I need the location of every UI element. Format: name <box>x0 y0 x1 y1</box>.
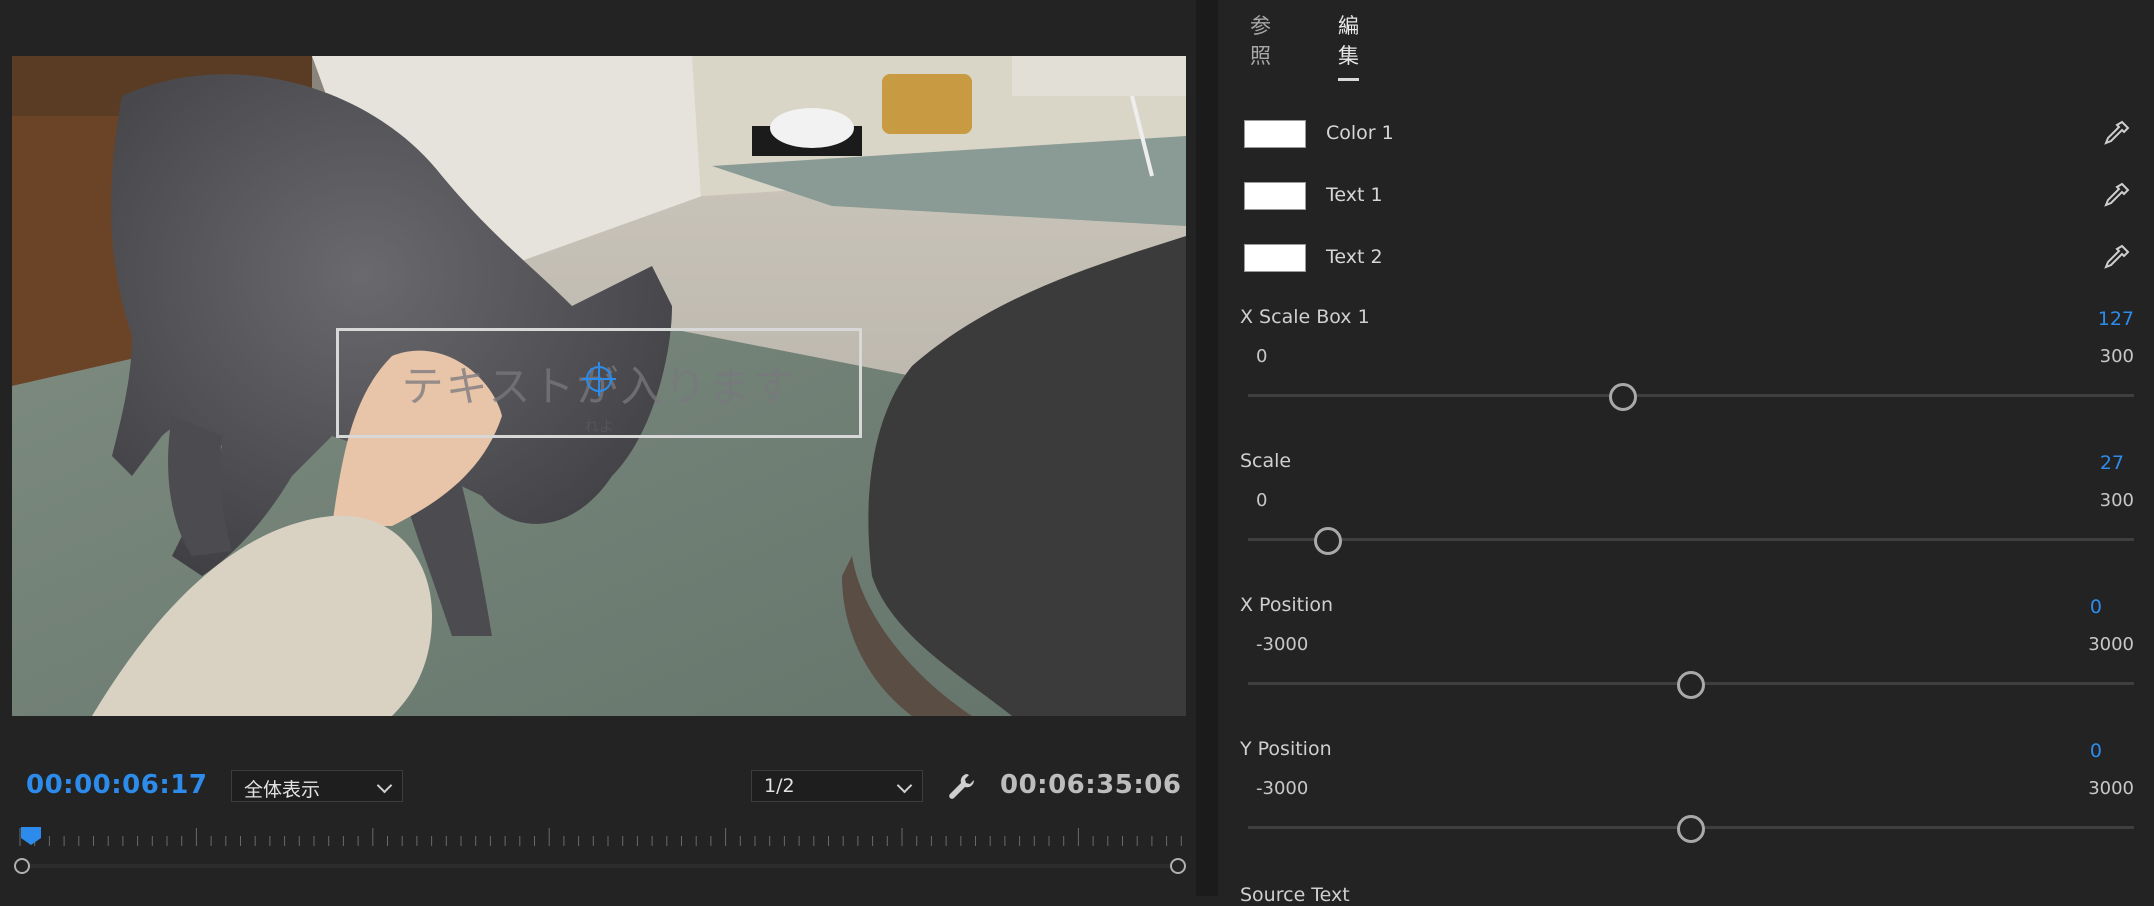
playhead-icon[interactable] <box>20 826 42 846</box>
anchor-point-icon[interactable] <box>582 362 616 396</box>
zoom-handle-right[interactable] <box>1170 858 1186 874</box>
slider-value[interactable]: 0 <box>2090 596 2102 618</box>
tab-browse[interactable]: 参照 <box>1250 10 1271 78</box>
timeline-ruler[interactable] <box>12 826 1186 856</box>
slider-min: -3000 <box>1256 778 1309 799</box>
slider-min: -3000 <box>1256 634 1309 655</box>
duration-timecode: 00:06:35:06 <box>1000 770 1182 800</box>
slider-value[interactable]: 0 <box>2090 740 2102 762</box>
playback-resolution-dropdown[interactable]: 1/2 <box>751 770 923 802</box>
slider-thumb[interactable] <box>1609 383 1638 411</box>
monitor-controls: 00:00:06:17 全体表示 1/2 00:06:35:06 <box>0 760 1196 810</box>
wrench-icon[interactable] <box>946 770 978 802</box>
slider-thumb[interactable] <box>1677 671 1705 699</box>
slider-track[interactable] <box>1248 538 2134 541</box>
slider-x-scale-box-1: X Scale Box 1 127 0 300 <box>1240 306 2134 436</box>
eyedropper-icon[interactable] <box>2100 118 2132 150</box>
slider-label: Y Position <box>1240 738 1332 760</box>
slider-value[interactable]: 127 <box>2098 308 2134 330</box>
panel-divider[interactable] <box>1196 0 1218 896</box>
slider-thumb[interactable] <box>1313 527 1342 555</box>
source-text-label: Source Text <box>1240 884 1350 906</box>
color-1-swatch[interactable] <box>1244 120 1306 148</box>
slider-value[interactable]: 27 <box>2100 452 2124 474</box>
slider-label: X Position <box>1240 594 1334 616</box>
ruler-ticks <box>19 828 1182 846</box>
slider-x-position: X Position 0 -3000 3000 <box>1240 594 2134 724</box>
slider-max: 3000 <box>2088 778 2134 799</box>
chevron-down-icon <box>376 777 393 794</box>
slider-min: 0 <box>1256 490 1268 511</box>
zoom-level-value: 全体表示 <box>244 779 321 801</box>
color-row-color-1: Color 1 <box>1242 118 2132 154</box>
tab-edit[interactable]: 編集 <box>1338 10 1359 81</box>
slider-label: X Scale Box 1 <box>1240 306 1370 328</box>
slider-track[interactable] <box>1248 394 2134 397</box>
eyedropper-icon[interactable] <box>2100 180 2132 212</box>
slider-label: Scale <box>1240 450 1292 472</box>
zoom-level-dropdown[interactable]: 全体表示 <box>231 770 403 802</box>
color-row-text-1: Text 1 <box>1242 180 2132 216</box>
zoom-scrollbar-track <box>24 864 1176 868</box>
text-1-label: Text 1 <box>1326 184 1383 206</box>
current-timecode[interactable]: 00:00:06:17 <box>26 770 207 800</box>
text-2-swatch[interactable] <box>1244 244 1306 272</box>
program-monitor: テキストが入ります れよ 00:00:06:17 全体表示 1/2 00:06:… <box>0 0 1196 896</box>
chevron-down-icon <box>896 777 913 794</box>
slider-max: 300 <box>2099 346 2134 367</box>
text-1-swatch[interactable] <box>1244 182 1306 210</box>
playback-resolution-value: 1/2 <box>764 775 795 797</box>
text-2-label: Text 2 <box>1326 246 1383 268</box>
slider-thumb[interactable] <box>1677 815 1705 843</box>
color-1-label: Color 1 <box>1326 122 1394 144</box>
video-frame[interactable]: テキストが入ります れよ <box>12 56 1186 716</box>
essential-graphics-panel: 参照 編集 Color 1 Text 1 Text 2 X Scale Box … <box>1218 0 2154 906</box>
slider-max: 3000 <box>2088 634 2134 655</box>
zoom-handle-left[interactable] <box>14 858 30 874</box>
title-sub-text: れよ <box>583 417 614 435</box>
slider-min: 0 <box>1256 346 1268 367</box>
timeline-zoom-scrollbar[interactable] <box>14 858 1186 874</box>
color-row-text-2: Text 2 <box>1242 242 2132 278</box>
slider-scale: Scale 27 0 300 <box>1240 450 2134 580</box>
eyedropper-icon[interactable] <box>2100 242 2132 274</box>
slider-max: 300 <box>2099 490 2134 511</box>
slider-y-position: Y Position 0 -3000 3000 <box>1240 738 2134 868</box>
